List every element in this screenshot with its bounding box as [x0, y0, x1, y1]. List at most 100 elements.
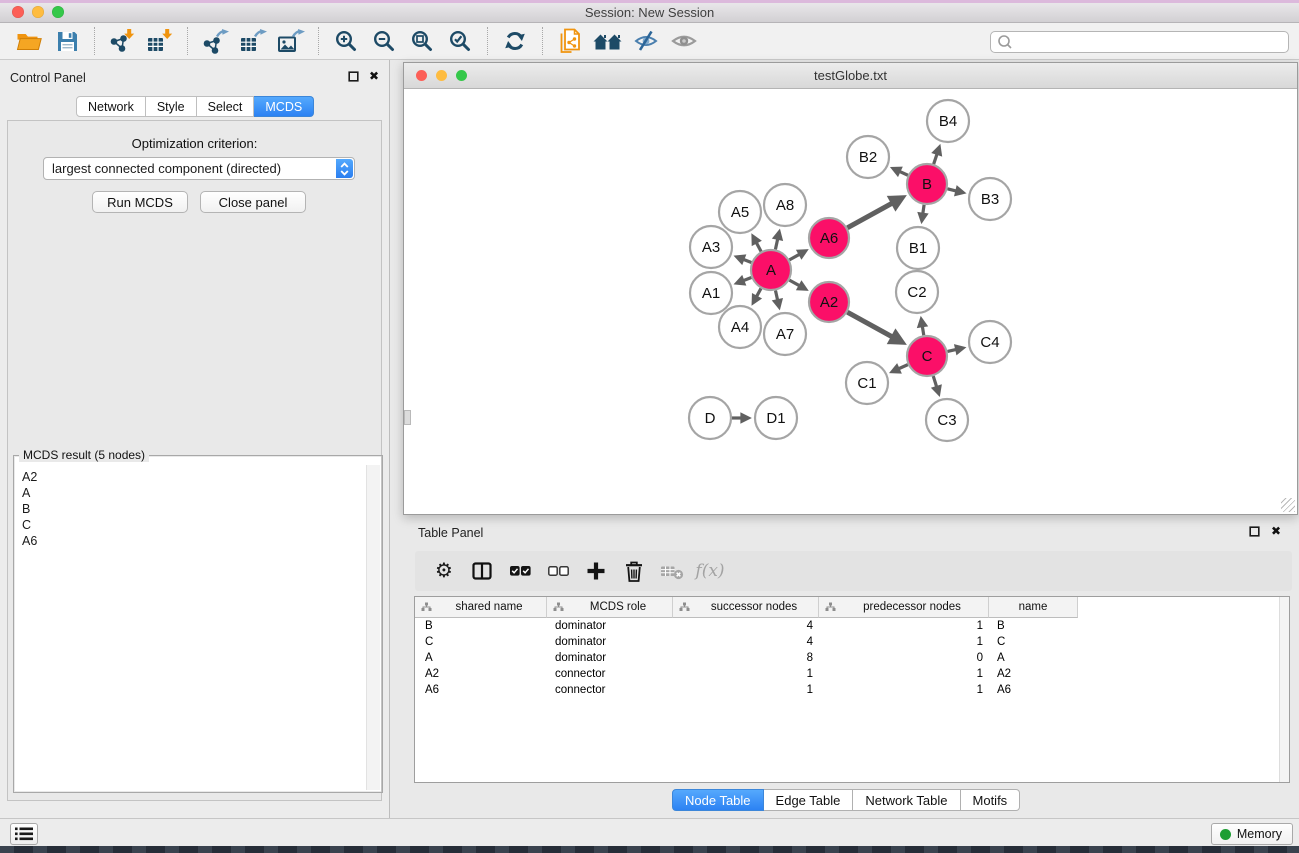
table-cell[interactable]: A	[415, 650, 547, 666]
import-network-button[interactable]	[105, 26, 139, 56]
select-all-rows-button[interactable]	[507, 556, 533, 586]
edge-B-B4[interactable]	[934, 154, 937, 164]
export-image-button[interactable]	[274, 26, 308, 56]
save-session-button[interactable]	[50, 26, 84, 56]
table-cell[interactable]: C	[989, 634, 1078, 650]
tab-motifs[interactable]: Motifs	[961, 789, 1021, 811]
table-cell[interactable]: 0	[819, 650, 989, 666]
table-settings-button[interactable]: ⚙	[431, 556, 457, 586]
table-row[interactable]: Cdominator41C	[415, 634, 1279, 650]
window-resize-grip[interactable]	[1281, 498, 1295, 512]
edge-B-B1[interactable]	[923, 205, 924, 214]
tab-style[interactable]: Style	[146, 96, 197, 117]
table-cell[interactable]: dominator	[547, 634, 673, 650]
table-cell[interactable]: A6	[989, 682, 1078, 698]
edge-A6-B[interactable]	[847, 203, 892, 228]
float-table-panel-icon[interactable]	[1249, 526, 1260, 537]
table-cell[interactable]: 1	[819, 682, 989, 698]
table-scrollbar[interactable]	[1279, 597, 1289, 782]
apply-layout-button[interactable]	[498, 26, 532, 56]
table-cell[interactable]: 1	[819, 618, 989, 634]
close-panel-button[interactable]: Close panel	[200, 191, 306, 213]
edge-C-C3[interactable]	[933, 376, 936, 387]
edge-B-B3[interactable]	[947, 189, 956, 191]
mcds-result-item[interactable]: A6	[22, 533, 366, 549]
search-box[interactable]	[990, 31, 1289, 53]
window-edge-grip[interactable]	[404, 410, 411, 425]
table-cell[interactable]: dominator	[547, 650, 673, 666]
table-cell[interactable]: 8	[673, 650, 819, 666]
search-input[interactable]	[1014, 33, 1288, 51]
table-cell[interactable]: 4	[673, 618, 819, 634]
network-close-button[interactable]	[416, 70, 427, 81]
table-row[interactable]: Bdominator41B	[415, 618, 1279, 634]
import-table-button[interactable]	[143, 26, 177, 56]
column-header-shared-name[interactable]: shared name	[415, 597, 547, 618]
deselect-all-rows-button[interactable]	[545, 556, 571, 586]
mcds-result-item[interactable]: A2	[22, 469, 366, 485]
edge-C-C2[interactable]	[922, 327, 923, 336]
memory-button[interactable]: Memory	[1211, 823, 1293, 845]
network-from-selection-button[interactable]	[553, 26, 587, 56]
network-canvas[interactable]: AA1A2A3A4A5A6A7A8BB1B2B3B4CC1C2C3C4DD1	[404, 89, 1297, 514]
add-row-button[interactable]	[583, 556, 609, 586]
tab-network-table[interactable]: Network Table	[853, 789, 960, 811]
close-panel-icon[interactable]: ✖	[369, 71, 379, 82]
edge-C-C1[interactable]	[899, 365, 908, 369]
network-maximize-button[interactable]	[456, 70, 467, 81]
zoom-in-button[interactable]	[329, 26, 363, 56]
task-history-button[interactable]	[10, 823, 38, 845]
edge-A-A8[interactable]	[775, 239, 777, 249]
column-header-predecessor-nodes[interactable]: predecessor nodes	[819, 597, 989, 618]
tab-select[interactable]: Select	[197, 96, 255, 117]
column-header-successor-nodes[interactable]: successor nodes	[673, 597, 819, 618]
tab-mcds[interactable]: MCDS	[254, 96, 314, 117]
edge-A-A3[interactable]	[744, 260, 752, 263]
export-network-button[interactable]	[198, 26, 232, 56]
table-cell[interactable]: 1	[819, 666, 989, 682]
table-cell[interactable]: A2	[415, 666, 547, 682]
network-window-titlebar[interactable]: testGlobe.txt	[404, 63, 1297, 89]
edge-A-A5[interactable]	[756, 243, 761, 252]
close-table-panel-icon[interactable]: ✖	[1271, 526, 1281, 537]
optimization-criterion-select[interactable]: largest connected component (directed)	[43, 157, 355, 180]
table-cell[interactable]: A2	[989, 666, 1078, 682]
edge-A-A4[interactable]	[757, 288, 761, 296]
zoom-selected-button[interactable]	[443, 26, 477, 56]
delete-row-button[interactable]	[621, 556, 647, 586]
table-cell[interactable]: connector	[547, 682, 673, 698]
mcds-result-item[interactable]: A	[22, 485, 366, 501]
table-cell[interactable]: A6	[415, 682, 547, 698]
table-cell[interactable]: B	[415, 618, 547, 634]
table-row[interactable]: A6connector11A6	[415, 682, 1279, 698]
show-graphics-details-button[interactable]	[667, 26, 701, 56]
zoom-out-button[interactable]	[367, 26, 401, 56]
export-table-button[interactable]	[236, 26, 270, 56]
network-graph[interactable]: AA1A2A3A4A5A6A7A8BB1B2B3B4CC1C2C3C4DD1	[404, 89, 1297, 514]
table-row[interactable]: A2connector11A2	[415, 666, 1279, 682]
open-file-button[interactable]	[12, 26, 46, 56]
mcds-result-list[interactable]: A2ABCA6	[16, 465, 366, 790]
tab-node-table[interactable]: Node Table	[672, 789, 764, 811]
edge-C-C4[interactable]	[947, 350, 955, 352]
zoom-fit-button[interactable]	[405, 26, 439, 56]
table-cell[interactable]: 1	[673, 682, 819, 698]
table-cell[interactable]: dominator	[547, 618, 673, 634]
hide-graphics-details-button[interactable]	[629, 26, 663, 56]
window-titlebar[interactable]: Session: New Session	[0, 0, 1299, 23]
table-cell[interactable]: A	[989, 650, 1078, 666]
edge-A-A1[interactable]	[744, 278, 752, 281]
result-list-scrollbar[interactable]	[366, 465, 380, 790]
table-row[interactable]: Adominator80A	[415, 650, 1279, 666]
mcds-result-item[interactable]: C	[22, 517, 366, 533]
tab-edge-table[interactable]: Edge Table	[764, 789, 854, 811]
table-cell[interactable]: 1	[819, 634, 989, 650]
run-mcds-button[interactable]: Run MCDS	[92, 191, 188, 213]
mcds-result-item[interactable]: B	[22, 501, 366, 517]
table-cell[interactable]: 1	[673, 666, 819, 682]
tab-network[interactable]: Network	[76, 96, 146, 117]
column-visibility-button[interactable]	[469, 556, 495, 586]
table-cell[interactable]: 4	[673, 634, 819, 650]
table-cell[interactable]: C	[415, 634, 547, 650]
column-header-mcds-role[interactable]: MCDS role	[547, 597, 673, 618]
